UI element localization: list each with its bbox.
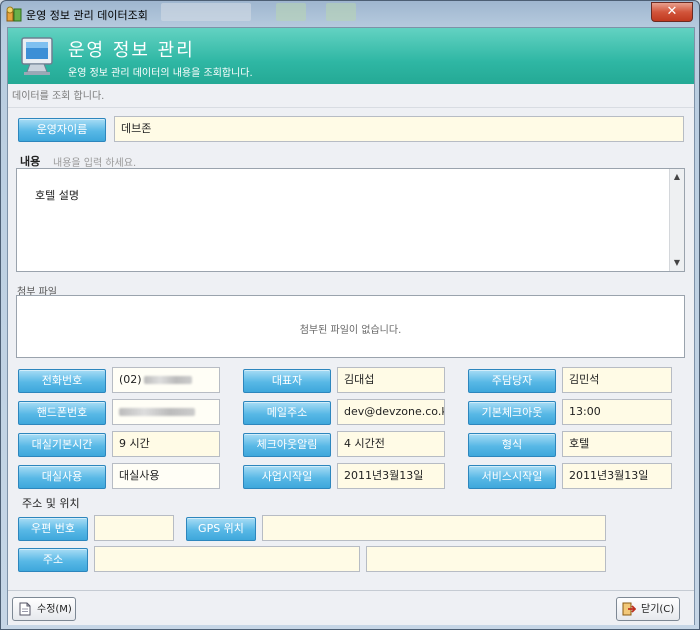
background-window-hint — [276, 3, 306, 21]
address-field-2[interactable] — [366, 546, 606, 572]
rental-use-label[interactable]: 대실사용 — [18, 465, 106, 489]
header-title: 운영 정보 관리 — [68, 40, 195, 61]
ceo-label[interactable]: 대표자 — [243, 369, 331, 393]
client-area: 운영 정보 관리 운영 정보 관리 데이터의 내용을 조회합니다. 데이터를 조… — [7, 27, 695, 625]
ceo-field[interactable]: 김대섭 — [337, 367, 445, 393]
rental-use-field[interactable]: 대실사용 — [112, 463, 220, 489]
monitor-icon — [21, 37, 53, 75]
scroll-down-arrow-icon[interactable]: ▼ — [670, 256, 684, 270]
edit-button[interactable]: 수정(M) — [12, 597, 76, 621]
biz-start-label[interactable]: 사업시작일 — [243, 465, 331, 489]
mobile-field[interactable] — [112, 399, 220, 425]
email-label[interactable]: 메일주소 — [243, 401, 331, 425]
blurred-text — [119, 408, 195, 416]
gps-field[interactable] — [262, 515, 606, 541]
title-bar[interactable]: 운영 정보 관리 데이터조회 ✕ — [1, 1, 699, 27]
operator-name-label[interactable]: 운영자이름 — [18, 118, 106, 142]
close-button-label: 닫기(C) — [641, 604, 675, 615]
content-scrollbar[interactable]: ▲ ▼ — [669, 169, 684, 271]
checkout-field[interactable]: 13:00 — [562, 399, 672, 425]
content-text: 호텔 설명 — [35, 189, 79, 202]
header-banner: 운영 정보 관리 운영 정보 관리 데이터의 내용을 조회합니다. — [8, 28, 694, 84]
phone-field[interactable]: (02) — [112, 367, 220, 393]
main-manager-label[interactable]: 주담당자 — [468, 369, 556, 393]
app-icon — [6, 6, 22, 22]
background-window-hint — [326, 3, 356, 21]
window-title: 운영 정보 관리 데이터조회 — [26, 9, 148, 22]
checkout-alarm-label[interactable]: 체크아웃알림 — [243, 433, 331, 457]
mobile-label[interactable]: 핸드폰번호 — [18, 401, 106, 425]
service-start-label[interactable]: 서비스시작일 — [468, 465, 556, 489]
content-label: 내용 — [20, 155, 41, 168]
close-window-button[interactable]: ✕ — [651, 2, 693, 22]
address-field-1[interactable] — [94, 546, 360, 572]
main-manager-field[interactable]: 김민석 — [562, 367, 672, 393]
phone-label[interactable]: 전화번호 — [18, 369, 106, 393]
type-field[interactable]: 호텔 — [562, 431, 672, 457]
exit-icon — [622, 602, 636, 616]
rental-hours-label[interactable]: 대실기본시간 — [18, 433, 106, 457]
edit-button-label: 수정(M) — [37, 604, 72, 615]
attachment-box[interactable]: 첨부된 파일이 없습니다. — [16, 295, 685, 358]
content-textarea[interactable]: 호텔 설명 ▲ ▼ — [16, 168, 685, 272]
hint-text: 데이터를 조회 합니다. — [8, 86, 694, 108]
scroll-up-arrow-icon[interactable]: ▲ — [670, 170, 684, 184]
checkout-alarm-field[interactable]: 4 시간전 — [337, 431, 445, 457]
phone-value: (02) — [119, 373, 142, 386]
dialog-window: 운영 정보 관리 데이터조회 ✕ 운영 정보 관리 운영 정보 관리 데이터의 … — [0, 0, 700, 630]
biz-start-field[interactable]: 2011년3월13일 — [337, 463, 445, 489]
background-window-hint — [161, 3, 251, 21]
gps-label[interactable]: GPS 위치 — [186, 517, 256, 541]
content-placeholder: 내용을 입력 하세요. — [53, 158, 137, 169]
operator-name-field[interactable]: 데브존 — [114, 116, 684, 142]
blurred-text — [143, 376, 192, 384]
attachment-empty-text: 첨부된 파일이 없습니다. — [299, 325, 402, 336]
email-field[interactable]: dev@devzone.co.kr — [337, 399, 445, 425]
address-label[interactable]: 주소 — [18, 548, 88, 572]
checkout-label[interactable]: 기본체크아웃 — [468, 401, 556, 425]
rental-hours-field[interactable]: 9 시간 — [112, 431, 220, 457]
close-button[interactable]: 닫기(C) — [616, 597, 680, 621]
header-subtitle: 운영 정보 관리 데이터의 내용을 조회합니다. — [68, 68, 253, 79]
type-label[interactable]: 형식 — [468, 433, 556, 457]
zip-code-label[interactable]: 우편 번호 — [18, 517, 88, 541]
address-section-label: 주소 및 위치 — [22, 497, 80, 510]
zip-code-field[interactable] — [94, 515, 174, 541]
document-icon — [19, 602, 31, 616]
footer-bar: 수정(M) 닫기(C) — [8, 590, 694, 625]
service-start-field[interactable]: 2011년3월13일 — [562, 463, 672, 489]
